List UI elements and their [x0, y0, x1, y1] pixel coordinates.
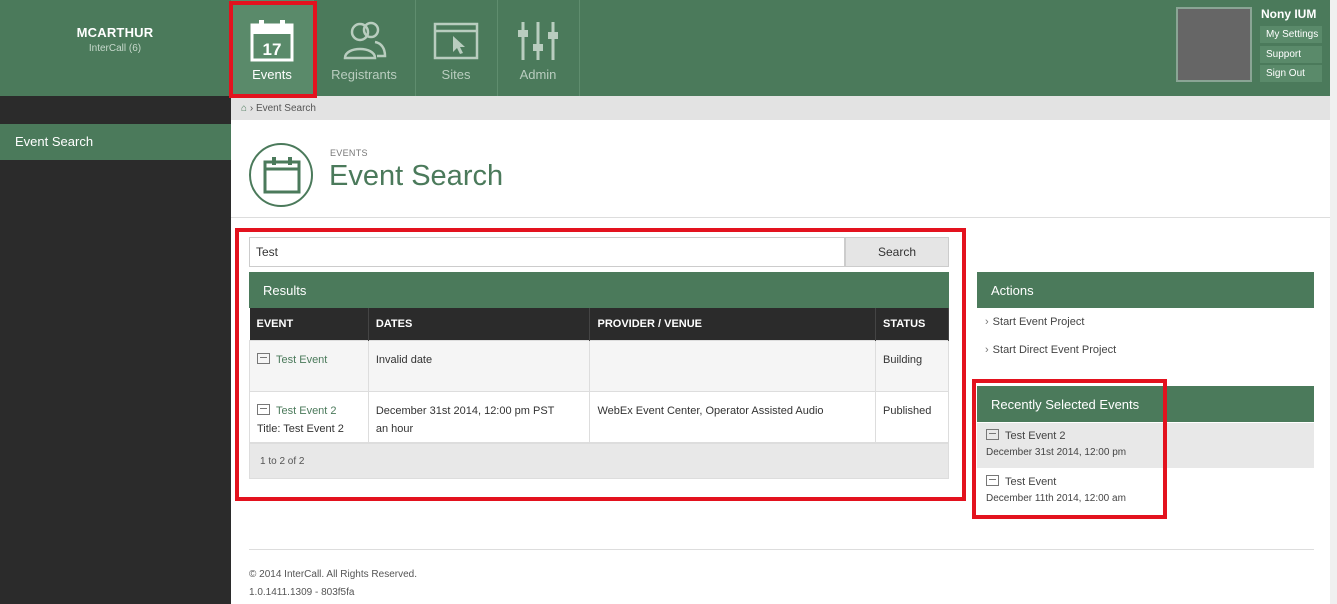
provider-cell: WebEx Event Center, Operator Assisted Au…	[589, 390, 876, 443]
table-row: Test Event Invalid date Building	[249, 339, 949, 392]
actions-header: Actions	[977, 272, 1314, 308]
nav-tab-label: Sites	[441, 67, 471, 82]
event-cell: Test Event	[249, 339, 369, 392]
dates-cell: Invalid date	[367, 339, 591, 392]
my-settings-link[interactable]: My Settings	[1260, 26, 1322, 43]
nav-tab-registrants[interactable]: Registrants	[323, 0, 405, 96]
start-direct-event-project-link[interactable]: › Start Direct Event Project	[985, 344, 1116, 356]
org-sub: InterCall (6)	[88, 43, 142, 54]
table-header-row: EVENT DATES PROVIDER / VENUE STATUS	[249, 308, 949, 340]
column-header[interactable]: STATUS	[875, 308, 949, 340]
nav-tab-label: Events	[252, 67, 292, 82]
page-title: Event Search	[329, 160, 504, 192]
sliders-icon	[518, 22, 558, 60]
status-cell: Published	[875, 390, 949, 443]
event-icon	[257, 352, 270, 364]
calendar-icon: 17	[250, 20, 294, 62]
recent-event-name: Test Event 2	[1005, 430, 1066, 442]
recent-event-date: December 31st 2014, 12:00 pm	[986, 447, 1127, 458]
event-subtitle: Title: Test Event 2	[257, 422, 344, 435]
event-link[interactable]: Test Event 2	[276, 405, 337, 417]
people-icon	[343, 21, 387, 60]
provider-cell	[589, 339, 876, 392]
calendar-day: 17	[263, 40, 282, 59]
pagination-summary: 1 to 2 of 2	[249, 443, 949, 479]
event-cell: Test Event 2 Title: Test Event 2	[249, 390, 369, 443]
top-nav-bar: MCARTHUR InterCall (6) 17 Events Registr…	[0, 0, 1330, 96]
nav-tab-events[interactable]: 17 Events	[231, 0, 313, 96]
event-icon	[257, 403, 270, 415]
event-icon	[986, 429, 999, 440]
home-icon[interactable]: ⌂	[241, 103, 247, 114]
event-date: December 31st 2014, 12:00 pm PST	[375, 404, 555, 417]
search-button[interactable]: Search	[845, 237, 949, 267]
event-date: Invalid date	[375, 353, 433, 366]
browser-window-icon	[433, 22, 479, 60]
divider	[313, 0, 314, 96]
sidebar-item-event-search[interactable]: Event Search	[0, 124, 231, 160]
table-row: Test Event 2 Title: Test Event 2 Decembe…	[249, 390, 949, 443]
action-label: Start Direct Event Project	[992, 344, 1117, 356]
org-name: MCARTHUR	[76, 25, 154, 40]
start-event-project-link[interactable]: › Start Event Project	[985, 316, 1084, 328]
column-header[interactable]: DATES	[368, 308, 591, 340]
status-cell: Building	[875, 339, 949, 392]
sidebar: Event Search	[0, 96, 231, 604]
action-label: Start Event Project	[992, 316, 1085, 328]
version: 1.0.1411.1309 - 803f5fa	[249, 587, 355, 598]
breadcrumb-current: Event Search	[255, 103, 316, 114]
breadcrumb: ⌂ › Event Search	[231, 96, 1330, 120]
recent-event-item[interactable]: Test Event 2 December 31st 2014, 12:00 p…	[977, 423, 1314, 468]
recent-event-name: Test Event	[1005, 476, 1057, 488]
results-table: EVENT DATES PROVIDER / VENUE STATUS Test…	[249, 308, 949, 443]
divider	[249, 549, 1314, 550]
event-link[interactable]: Test Event	[276, 354, 327, 366]
event-icon	[986, 475, 999, 486]
nav-tab-admin[interactable]: Admin	[497, 0, 579, 96]
nav-tab-label: Registrants	[331, 67, 397, 82]
column-header[interactable]: PROVIDER / VENUE	[589, 308, 876, 340]
nav-tab-sites[interactable]: Sites	[415, 0, 497, 96]
sign-out-link[interactable]: Sign Out	[1260, 65, 1322, 82]
scrollbar[interactable]	[1330, 0, 1337, 604]
nav-tab-label: Admin	[519, 67, 557, 82]
chevron-right-icon: ›	[985, 316, 989, 328]
recent-events-header: Recently Selected Events	[977, 386, 1314, 422]
user-name: Nony IUM	[1261, 7, 1317, 21]
results-header: Results	[249, 272, 949, 308]
support-link[interactable]: Support	[1260, 46, 1322, 63]
avatar[interactable]	[1176, 7, 1252, 82]
divider	[579, 0, 580, 96]
recent-event-date: December 11th 2014, 12:00 am	[986, 493, 1126, 504]
recent-event-item[interactable]: Test Event December 11th 2014, 12:00 am	[977, 469, 1314, 514]
event-duration: an hour	[375, 422, 414, 435]
page-eyebrow: EVENTS	[330, 148, 368, 158]
column-header[interactable]: EVENT	[249, 308, 369, 340]
calendar-icon	[249, 143, 313, 207]
page-header: EVENTS Event Search	[231, 120, 1330, 218]
chevron-right-icon: ›	[985, 344, 989, 356]
dates-cell: December 31st 2014, 12:00 pm PST an hour	[367, 390, 591, 443]
copyright: © 2014 InterCall. All Rights Reserved.	[249, 569, 418, 580]
search-input[interactable]	[249, 237, 845, 267]
brand: MCARTHUR InterCall (6)	[0, 0, 230, 96]
